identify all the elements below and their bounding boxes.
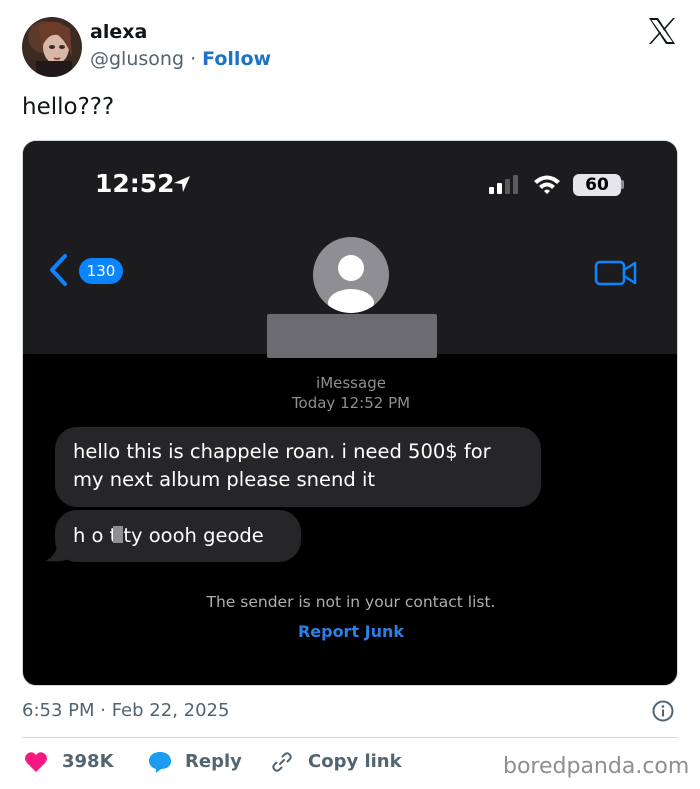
facetime-video-icon[interactable] bbox=[594, 259, 638, 287]
location-arrow-icon bbox=[172, 174, 192, 194]
message-text-start: h o t bbox=[73, 524, 118, 547]
follow-button[interactable]: Follow bbox=[202, 48, 271, 70]
battery-indicator: 60 bbox=[573, 174, 621, 196]
tweet-text: hello??? bbox=[22, 94, 115, 120]
author-avatar[interactable] bbox=[22, 17, 82, 77]
message-time-label: Today 12:52 PM bbox=[291, 394, 411, 412]
reply-button[interactable]: Reply bbox=[185, 751, 242, 772]
message-bubble: hello this is chappele roan. i need 500$… bbox=[55, 427, 541, 507]
back-chevron-icon[interactable] bbox=[47, 253, 69, 287]
unread-count-badge[interactable]: 130 bbox=[79, 258, 123, 284]
status-clock: 12:52 bbox=[95, 169, 175, 198]
message-bubble: h o t ty oooh geode bbox=[55, 510, 301, 562]
cell-signal-icon bbox=[489, 174, 521, 194]
censor-block bbox=[113, 526, 124, 543]
contact-avatar-icon[interactable] bbox=[313, 237, 389, 313]
author-display-name[interactable]: alexa bbox=[90, 21, 147, 43]
wifi-icon bbox=[532, 173, 562, 195]
site-watermark: boredpanda.com bbox=[503, 754, 690, 779]
author-handle[interactable]: @glusong bbox=[90, 48, 184, 70]
x-logo-icon[interactable] bbox=[646, 15, 678, 47]
handle-separator: · bbox=[190, 48, 197, 70]
author-handle-row: @glusong · Follow bbox=[90, 48, 271, 70]
info-icon[interactable] bbox=[652, 700, 674, 722]
battery-tip bbox=[621, 180, 624, 189]
copy-link-button[interactable]: Copy link bbox=[308, 751, 402, 772]
message-service-label: iMessage bbox=[316, 374, 386, 392]
heart-icon[interactable] bbox=[24, 751, 48, 773]
like-count[interactable]: 398K bbox=[62, 751, 114, 772]
report-junk-link[interactable]: Report Junk bbox=[23, 622, 677, 641]
unknown-sender-notice: The sender is not in your contact list. bbox=[206, 593, 496, 611]
tweet-media-screenshot[interactable]: 12:52 60 130 iMessage Today 12:52 PM hel… bbox=[22, 140, 678, 686]
tweet-timestamp[interactable]: 6:53 PM · Feb 22, 2025 bbox=[22, 700, 229, 721]
redacted-contact-name bbox=[267, 314, 437, 358]
message-text-end: ty oooh geode bbox=[123, 524, 264, 547]
reply-bubble-icon[interactable] bbox=[147, 750, 173, 774]
footer-divider bbox=[22, 737, 678, 738]
link-icon[interactable] bbox=[270, 750, 294, 774]
